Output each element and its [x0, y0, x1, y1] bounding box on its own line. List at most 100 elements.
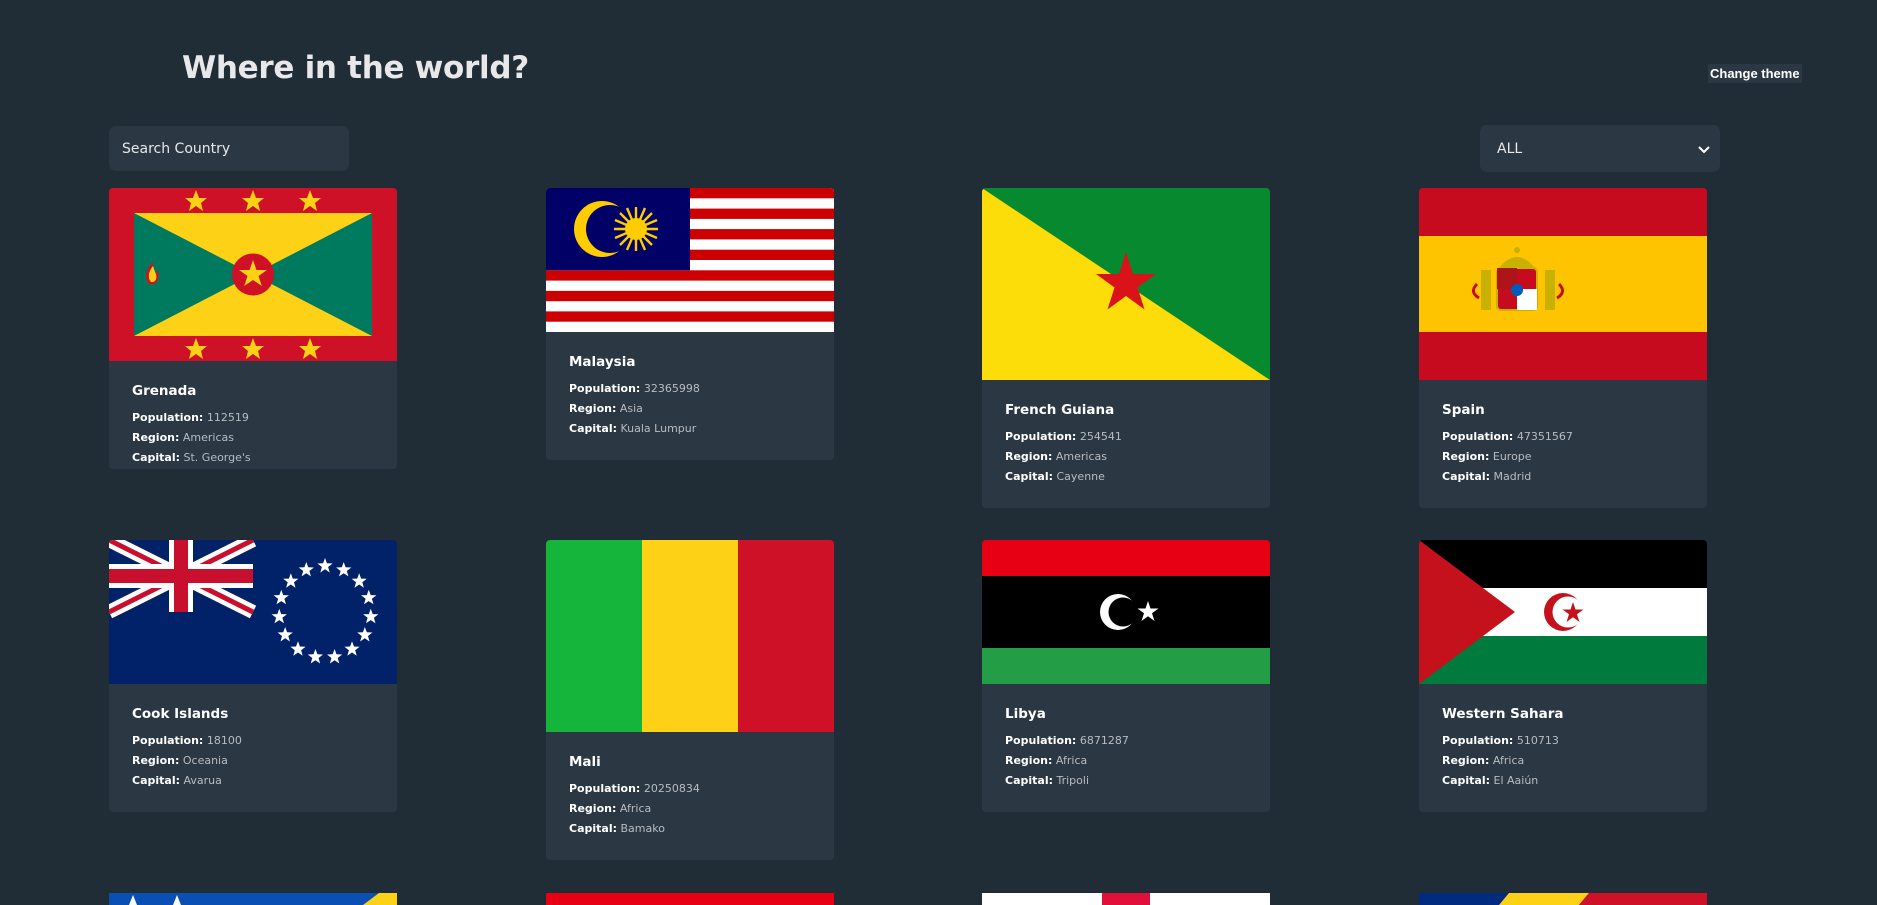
flag-image — [982, 893, 1270, 905]
population-value: 32365998 — [643, 382, 700, 395]
region-label: Region: — [132, 431, 180, 444]
country-card[interactable]: Libya Population: 6871287 Region: Africa… — [982, 540, 1270, 812]
population-row: Population: 112519 — [132, 408, 374, 428]
population-value: 18100 — [206, 734, 242, 747]
population-row: Population: 18100 — [132, 731, 374, 751]
capital-label: Capital: — [1442, 774, 1490, 787]
region-row: Region: Europe — [1442, 447, 1684, 467]
capital-label: Capital: — [1005, 774, 1053, 787]
capital-label: Capital: — [132, 451, 180, 464]
country-card[interactable] — [109, 893, 397, 905]
flag-image — [109, 893, 397, 905]
country-card[interactable]: Cook Islands Population: 18100 Region: O… — [109, 540, 397, 812]
capital-value: St. George's — [183, 451, 251, 464]
region-label: Region: — [1442, 754, 1490, 767]
region-value: Americas — [182, 431, 234, 444]
population-label: Population: — [569, 382, 641, 395]
population-label: Population: — [1442, 430, 1514, 443]
population-row: Population: 32365998 — [569, 379, 811, 399]
capital-label: Capital: — [1442, 470, 1490, 483]
country-card[interactable]: Grenada Population: 112519 Region: Ameri… — [109, 188, 397, 469]
population-row: Population: 510713 — [1442, 731, 1684, 751]
country-card[interactable]: Western Sahara Population: 510713 Region… — [1419, 540, 1707, 812]
flag-image — [1419, 893, 1707, 905]
capital-row: Capital: Tripoli — [1005, 771, 1247, 791]
country-name: Mali — [569, 754, 601, 770]
flag-image — [109, 540, 397, 684]
capital-value: Kuala Lumpur — [620, 422, 697, 435]
population-value: 6871287 — [1079, 734, 1129, 747]
capital-label: Capital: — [1005, 470, 1053, 483]
region-value: Americas — [1055, 450, 1107, 463]
region-filter-value: ALL — [1497, 140, 1523, 157]
region-label: Region: — [1005, 754, 1053, 767]
region-value: Europe — [1492, 450, 1532, 463]
population-label: Population: — [132, 411, 204, 424]
header: Where in the world? Change theme — [0, 0, 1877, 120]
population-label: Population: — [1442, 734, 1514, 747]
capital-row: Capital: Bamako — [569, 819, 811, 839]
capital-label: Capital: — [569, 822, 617, 835]
chevron-down-icon — [1698, 145, 1710, 153]
country-card[interactable] — [1419, 893, 1707, 905]
capital-row: Capital: St. George's — [132, 448, 374, 468]
flag-image — [1419, 188, 1707, 380]
region-value: Africa — [1492, 754, 1525, 767]
country-name: Malaysia — [569, 354, 636, 370]
country-card[interactable] — [982, 893, 1270, 905]
population-value: 510713 — [1516, 734, 1559, 747]
region-value: Asia — [619, 402, 643, 415]
capital-value: Madrid — [1493, 470, 1532, 483]
region-label: Region: — [132, 754, 180, 767]
region-label: Region: — [1442, 450, 1490, 463]
region-label: Region: — [1005, 450, 1053, 463]
population-label: Population: — [569, 782, 641, 795]
country-name: Western Sahara — [1442, 706, 1564, 722]
population-row: Population: 20250834 — [569, 779, 811, 799]
capital-row: Capital: Cayenne — [1005, 467, 1247, 487]
region-filter-select[interactable]: ALL — [1480, 125, 1720, 172]
page-title: Where in the world? — [182, 50, 529, 86]
region-row: Region: Americas — [132, 428, 374, 448]
population-row: Population: 47351567 — [1442, 427, 1684, 447]
country-card[interactable]: Spain Population: 47351567 Region: Europ… — [1419, 188, 1707, 508]
capital-label: Capital: — [132, 774, 180, 787]
flag-image — [982, 540, 1270, 684]
region-row: Region: Africa — [1005, 751, 1247, 771]
population-value: 20250834 — [643, 782, 700, 795]
country-name: Cook Islands — [132, 706, 229, 722]
region-row: Region: Asia — [569, 399, 811, 419]
capital-row: Capital: Madrid — [1442, 467, 1684, 487]
region-row: Region: Americas — [1005, 447, 1247, 467]
capital-value: El Aaiún — [1493, 774, 1539, 787]
region-row: Region: Africa — [569, 799, 811, 819]
population-label: Population: — [1005, 430, 1077, 443]
search-input[interactable]: Search Country — [109, 126, 349, 171]
country-card[interactable]: Malaysia Population: 32365998 Region: As… — [546, 188, 834, 460]
population-label: Population: — [132, 734, 204, 747]
country-name: French Guiana — [1005, 402, 1115, 418]
flag-image — [1419, 540, 1707, 684]
country-name: Spain — [1442, 402, 1485, 418]
region-label: Region: — [569, 802, 617, 815]
change-theme-button[interactable]: Change theme — [1708, 64, 1802, 83]
capital-label: Capital: — [569, 422, 617, 435]
country-card[interactable]: French Guiana Population: 254541 Region:… — [982, 188, 1270, 508]
flag-image — [109, 188, 397, 361]
country-card[interactable] — [546, 893, 834, 905]
flag-image — [546, 893, 834, 905]
region-row: Region: Oceania — [132, 751, 374, 771]
region-value: Africa — [1055, 754, 1088, 767]
capital-row: Capital: Avarua — [132, 771, 374, 791]
capital-value: Cayenne — [1056, 470, 1105, 483]
capital-row: Capital: Kuala Lumpur — [569, 419, 811, 439]
flag-image — [546, 188, 834, 332]
region-label: Region: — [569, 402, 617, 415]
population-value: 112519 — [206, 411, 249, 424]
region-row: Region: Africa — [1442, 751, 1684, 771]
capital-value: Tripoli — [1056, 774, 1090, 787]
country-card[interactable]: Mali Population: 20250834 Region: Africa… — [546, 540, 834, 860]
search-placeholder: Search Country — [122, 140, 231, 157]
population-value: 47351567 — [1516, 430, 1573, 443]
population-row: Population: 254541 — [1005, 427, 1247, 447]
